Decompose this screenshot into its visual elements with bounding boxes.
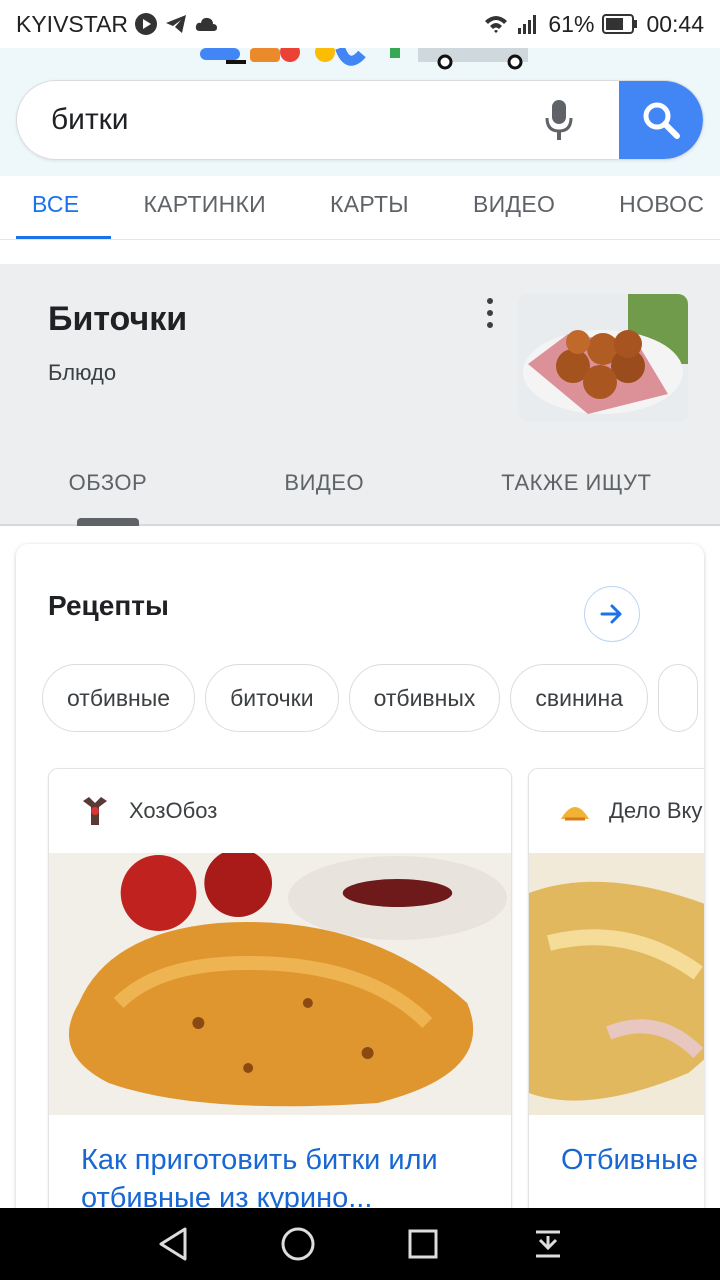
recents-square-icon [408, 1229, 437, 1259]
recents-button[interactable] [403, 1224, 443, 1264]
recipe-title-link[interactable]: Отбивные Как приго [561, 1141, 704, 1179]
kp-tab-overview[interactable]: ОБЗОР [69, 464, 148, 526]
signal-icon [518, 15, 537, 34]
home-button[interactable] [278, 1224, 318, 1264]
search-tabs: ВСЕ КАРТИНКИ КАРТЫ ВИДЕО НОВОС [0, 176, 720, 240]
recipe-card[interactable]: Дело Вку Отбивные Как приго [528, 768, 704, 1228]
search-icon [643, 102, 680, 139]
search-input[interactable]: битки [17, 103, 529, 137]
source-logo-icon [83, 797, 107, 825]
recipe-image [49, 853, 511, 1115]
back-triangle-icon [159, 1227, 186, 1261]
recipes-title: Рецепты [48, 590, 169, 621]
telegram-icon [166, 15, 187, 33]
chip[interactable] [657, 664, 698, 732]
battery-percent: 61% [548, 10, 595, 37]
search-box[interactable]: битки [16, 80, 704, 160]
android-nav-bar [0, 1208, 720, 1280]
source-name: Дело Вку [609, 798, 703, 823]
recipe-card[interactable]: ХозОбоз Как приготовить битки или отбивн… [48, 768, 512, 1228]
pulldown-arrow-icon [535, 1230, 560, 1258]
recipe-source: ХозОбоз [79, 795, 217, 827]
recipe-source: Дело Вку [559, 795, 702, 827]
more-dot-icon [487, 322, 493, 328]
knowledge-panel: Биточки Блюдо ОБЗОР ВИДЕО ТАКЖЕ ИЩУТ [0, 264, 720, 526]
google-doodle[interactable] [190, 48, 540, 76]
more-options-button[interactable] [478, 298, 502, 328]
more-dot-icon [487, 298, 493, 304]
tab-video[interactable]: ВИДЕО [441, 176, 587, 239]
search-button[interactable] [619, 81, 703, 159]
back-button[interactable] [153, 1224, 193, 1264]
status-bar: KYIVSTAR 61% 00:44 [0, 0, 720, 48]
tab-all[interactable]: ВСЕ [0, 176, 112, 239]
kp-tab-related[interactable]: ТАКЖЕ ИЩУТ [501, 464, 651, 526]
kp-tabs: ОБЗОР ВИДЕО ТАКЖЕ ИЩУТ [0, 464, 720, 526]
arrow-right-icon [600, 604, 622, 624]
notification-pulldown-button[interactable] [528, 1224, 568, 1264]
tab-maps[interactable]: КАРТЫ [298, 176, 441, 239]
kp-thumbnail-image[interactable] [518, 294, 688, 422]
cloud-icon [195, 17, 218, 31]
play-icon [135, 13, 158, 35]
wifi-icon [485, 16, 508, 33]
carrier-name: KYIVSTAR [16, 10, 129, 37]
clock: 00:44 [646, 10, 704, 37]
kp-tab-video[interactable]: ВИДЕО [284, 464, 364, 526]
recipes-card: Рецепты отбивные биточки отбивных свинин… [16, 544, 704, 1244]
voice-search-button[interactable] [529, 90, 589, 150]
recipe-filter-chips: отбивные биточки отбивных свинина [42, 664, 698, 732]
chip[interactable]: биточки [205, 664, 339, 732]
recipe-title-link[interactable]: Как приготовить битки или отбивные из ку… [81, 1141, 491, 1217]
more-dot-icon [487, 310, 493, 316]
source-logo-icon [561, 807, 589, 821]
source-name: ХозОбоз [129, 798, 218, 823]
recipe-image [529, 853, 704, 1115]
tab-images[interactable]: КАРТИНКИ [111, 176, 298, 239]
tab-news[interactable]: НОВОС [587, 176, 720, 239]
search-header: битки ВСЕ КАРТИНКИ КАРТЫ ВИДЕО НОВОС [0, 48, 720, 240]
kp-title: Биточки [48, 300, 188, 338]
recipes-more-button[interactable] [584, 586, 640, 642]
chip[interactable]: отбивные [42, 664, 196, 732]
microphone-icon [545, 100, 573, 140]
chip[interactable]: свинина [510, 664, 648, 732]
chip[interactable]: отбивных [348, 664, 501, 732]
kp-subtitle: Блюдо [48, 360, 117, 385]
battery-icon [602, 14, 638, 34]
home-circle-icon [281, 1227, 314, 1261]
